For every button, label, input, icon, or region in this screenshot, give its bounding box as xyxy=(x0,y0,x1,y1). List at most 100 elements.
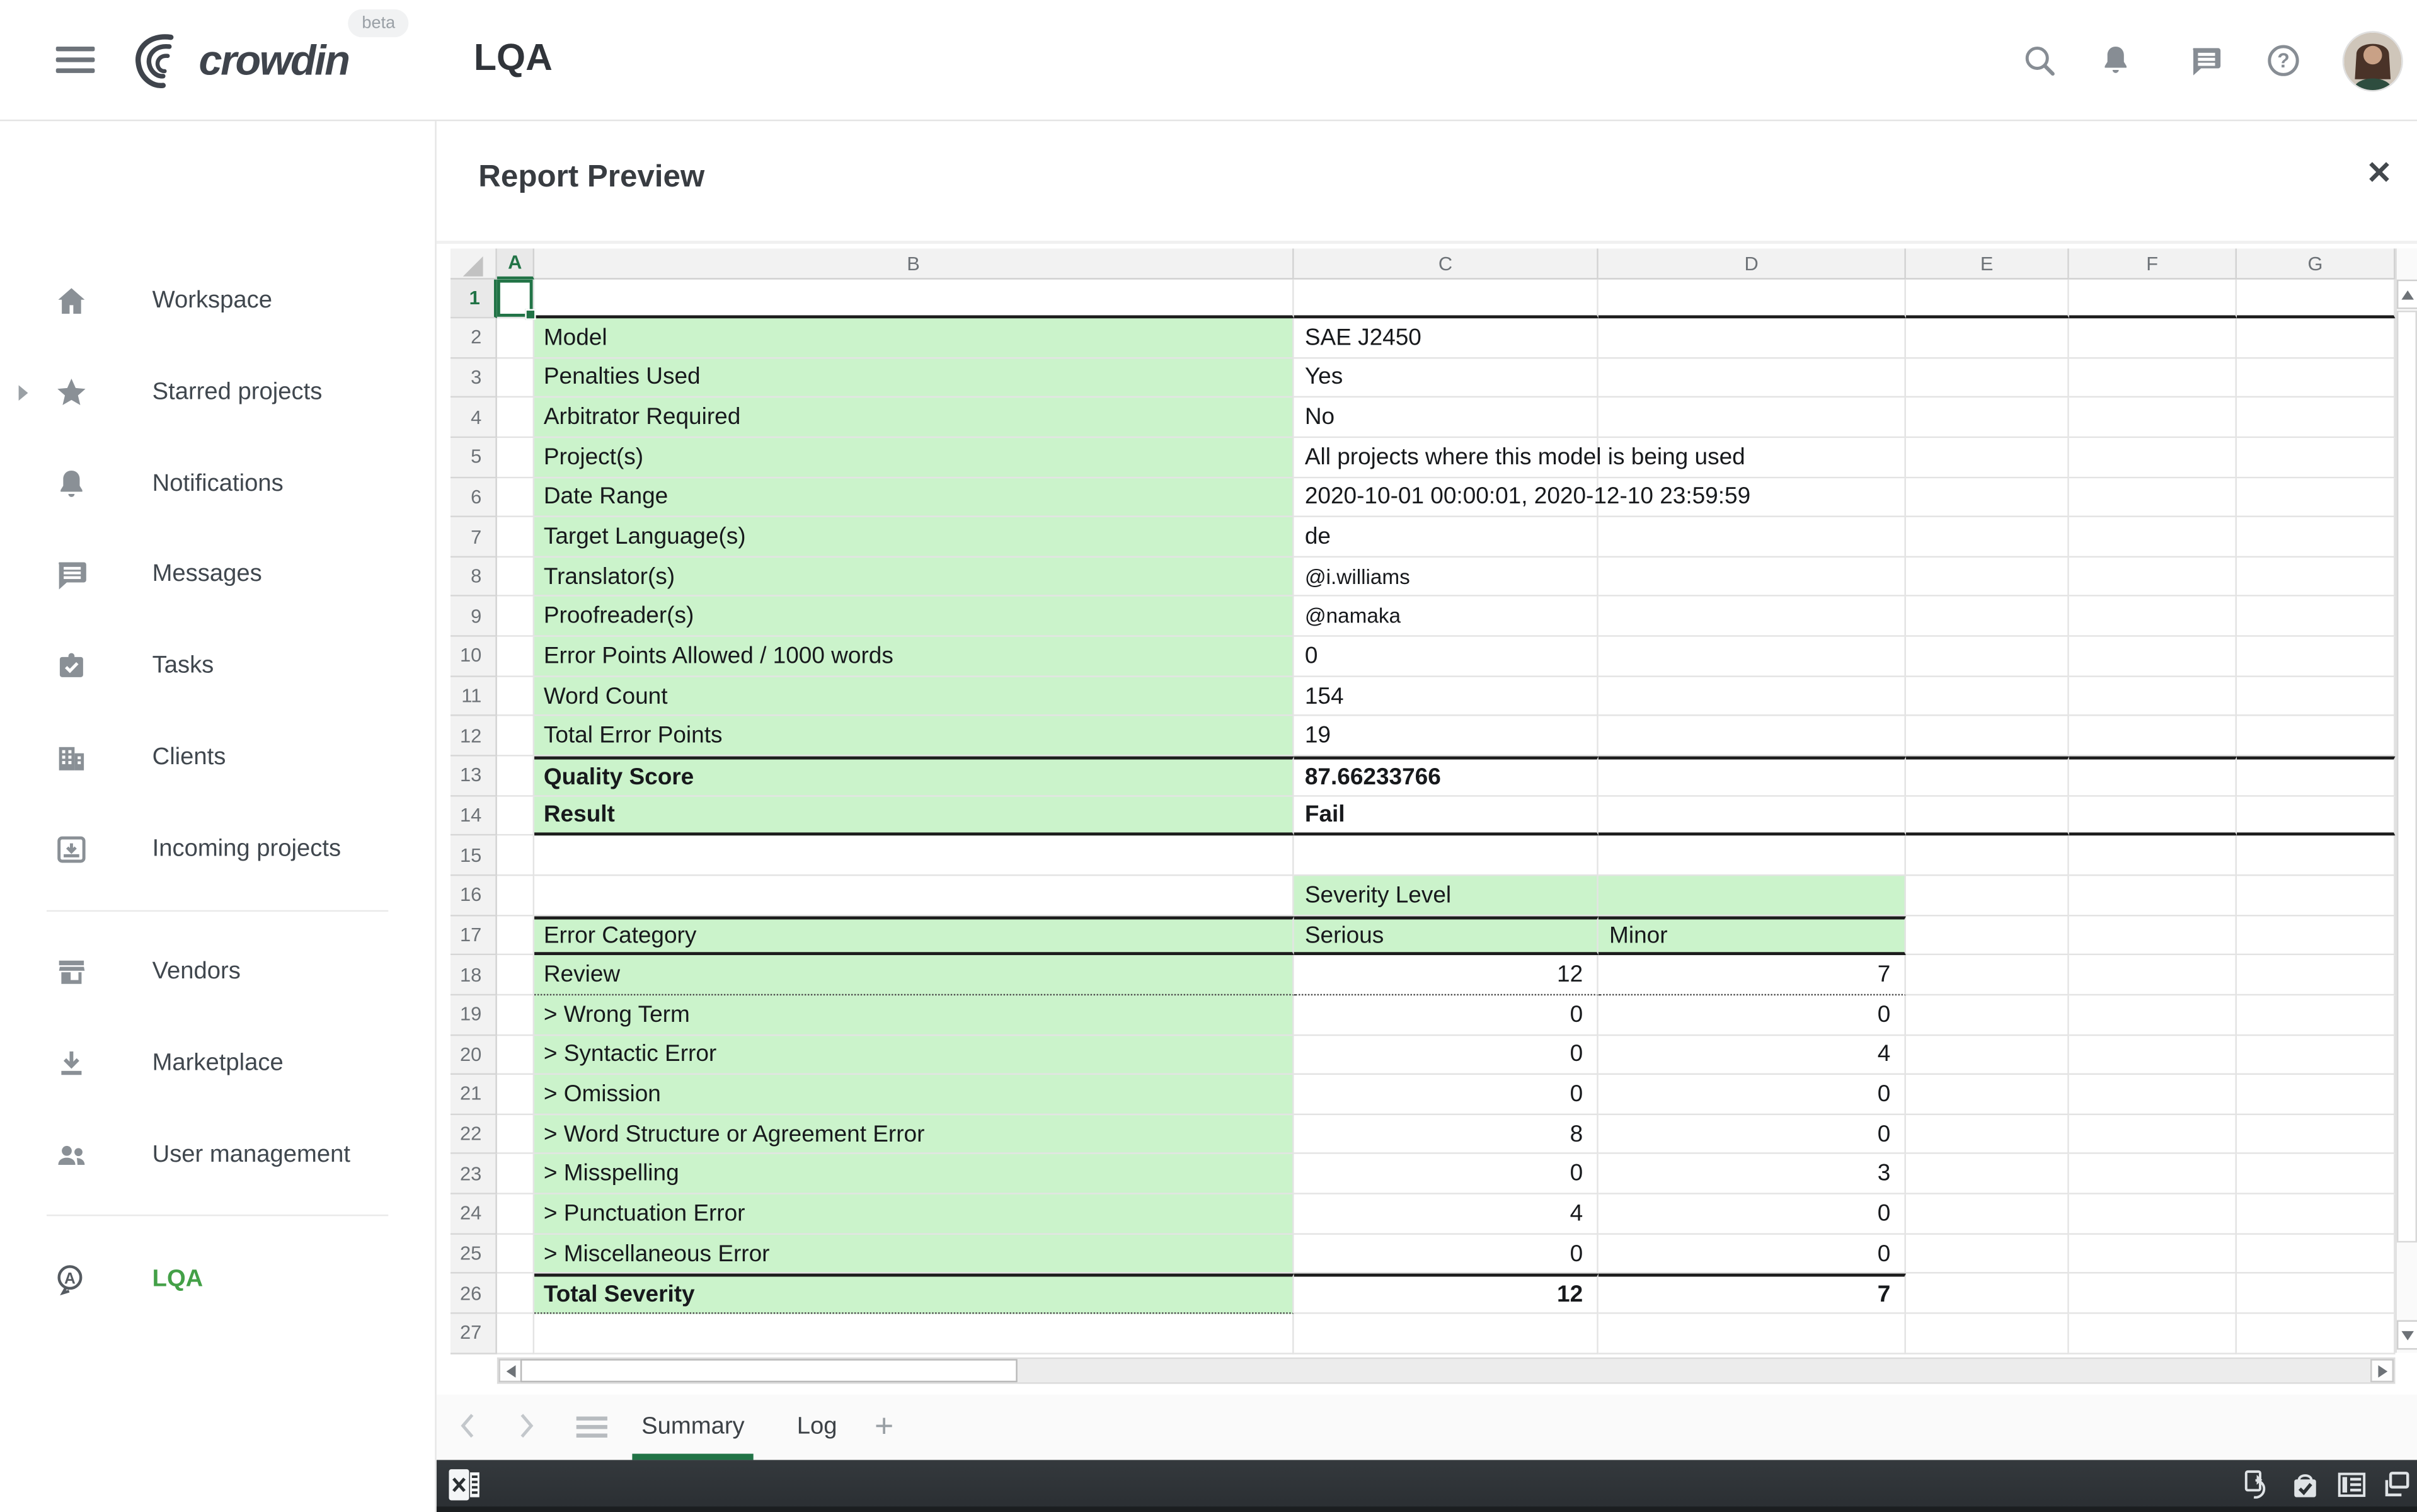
cell-D11[interactable] xyxy=(1599,677,1906,716)
col-header-F[interactable]: F xyxy=(2069,248,2237,279)
cell-F26[interactable] xyxy=(2069,1274,2237,1314)
cell-D9[interactable] xyxy=(1599,597,1906,637)
cell-D26[interactable]: 7 xyxy=(1599,1274,1906,1314)
col-header-E[interactable]: E xyxy=(1906,248,2069,279)
layout-list-icon[interactable] xyxy=(2336,1469,2367,1500)
col-header-G[interactable]: G xyxy=(2237,248,2395,279)
cell-D22[interactable]: 0 xyxy=(1599,1115,1906,1155)
vertical-scrollbar[interactable] xyxy=(2395,248,2417,1353)
cell-B5[interactable]: Project(s) xyxy=(534,438,1294,478)
row-header-21[interactable]: 21 xyxy=(451,1075,497,1114)
row-header-4[interactable]: 4 xyxy=(451,398,497,438)
cell-C10[interactable]: 0 xyxy=(1294,637,1599,677)
cell-C8[interactable]: @i.williams xyxy=(1294,558,1599,597)
cell-A7[interactable] xyxy=(497,517,534,557)
cell-F11[interactable] xyxy=(2069,677,2237,716)
row-header-9[interactable]: 9 xyxy=(451,597,497,637)
cell-B15[interactable] xyxy=(534,836,1294,876)
messages-icon[interactable] xyxy=(2187,42,2224,79)
cell-G12[interactable] xyxy=(2237,717,2395,757)
row-header-5[interactable]: 5 xyxy=(451,438,497,478)
cell-G5[interactable] xyxy=(2237,438,2395,478)
cell-G25[interactable] xyxy=(2237,1234,2395,1274)
row-header-19[interactable]: 19 xyxy=(451,995,497,1035)
cell-E21[interactable] xyxy=(1906,1075,2069,1114)
cell-G6[interactable] xyxy=(2237,478,2395,517)
cell-E22[interactable] xyxy=(1906,1115,2069,1155)
cell-G17[interactable] xyxy=(2237,916,2395,956)
cell-G26[interactable] xyxy=(2237,1274,2395,1314)
col-header-D[interactable]: D xyxy=(1599,248,1906,279)
cell-C3[interactable]: Yes xyxy=(1294,358,1599,398)
row-header-25[interactable]: 25 xyxy=(451,1234,497,1274)
cell-B3[interactable]: Penalties Used xyxy=(534,358,1294,398)
cell-E25[interactable] xyxy=(1906,1234,2069,1274)
cell-D25[interactable]: 0 xyxy=(1599,1234,1906,1274)
row-header-15[interactable]: 15 xyxy=(451,836,497,876)
search-icon[interactable] xyxy=(2021,42,2058,79)
row-header-18[interactable]: 18 xyxy=(451,956,497,995)
cell-G10[interactable] xyxy=(2237,637,2395,677)
cell-A17[interactable] xyxy=(497,916,534,956)
cell-E6[interactable] xyxy=(1906,478,2069,517)
cell-C12[interactable]: 19 xyxy=(1294,717,1599,757)
col-header-B[interactable]: B xyxy=(534,248,1294,279)
col-header-C[interactable]: C xyxy=(1294,248,1599,279)
cell-E20[interactable] xyxy=(1906,1035,2069,1075)
cell-B27[interactable] xyxy=(534,1314,1294,1354)
cell-A26[interactable] xyxy=(497,1274,534,1314)
cell-B24[interactable]: > Punctuation Error xyxy=(534,1194,1294,1234)
cell-G24[interactable] xyxy=(2237,1194,2395,1234)
row-header-20[interactable]: 20 xyxy=(451,1035,497,1075)
close-icon[interactable]: ✕ xyxy=(2366,158,2392,189)
row-header-11[interactable]: 11 xyxy=(451,677,497,716)
cell-F4[interactable] xyxy=(2069,398,2237,438)
cell-B25[interactable]: > Miscellaneous Error xyxy=(534,1234,1294,1274)
cell-F23[interactable] xyxy=(2069,1155,2237,1194)
cell-C22[interactable]: 8 xyxy=(1294,1115,1599,1155)
cell-C19[interactable]: 0 xyxy=(1294,995,1599,1035)
row-header-27[interactable]: 27 xyxy=(451,1314,497,1354)
popout-window-icon[interactable] xyxy=(2380,1469,2411,1500)
cell-D18[interactable]: 7 xyxy=(1599,956,1906,995)
cell-A24[interactable] xyxy=(497,1194,534,1234)
cell-E18[interactable] xyxy=(1906,956,2069,995)
col-header-A[interactable]: A xyxy=(497,248,534,279)
row-header-12[interactable]: 12 xyxy=(451,717,497,757)
cell-C15[interactable] xyxy=(1294,836,1599,876)
scroll-right-button[interactable] xyxy=(2370,1359,2394,1382)
cell-E7[interactable] xyxy=(1906,517,2069,557)
cell-G11[interactable] xyxy=(2237,677,2395,716)
cell-C18[interactable]: 12 xyxy=(1294,956,1599,995)
cell-G18[interactable] xyxy=(2237,956,2395,995)
crowdin-logo[interactable]: crowdin xyxy=(124,25,348,96)
cell-B23[interactable]: > Misspelling xyxy=(534,1155,1294,1194)
row-header-22[interactable]: 22 xyxy=(451,1115,497,1155)
row-header-10[interactable]: 10 xyxy=(451,637,497,677)
cell-E3[interactable] xyxy=(1906,358,2069,398)
cell-G13[interactable] xyxy=(2237,757,2395,796)
cell-D15[interactable] xyxy=(1599,836,1906,876)
cell-F9[interactable] xyxy=(2069,597,2237,637)
cell-F7[interactable] xyxy=(2069,517,2237,557)
tabs-next-icon[interactable] xyxy=(517,1412,536,1440)
cell-A14[interactable] xyxy=(497,796,534,836)
cell-B4[interactable]: Arbitrator Required xyxy=(534,398,1294,438)
cell-D3[interactable] xyxy=(1599,358,1906,398)
row-header-6[interactable]: 6 xyxy=(451,478,497,517)
cell-B17[interactable]: Error Category xyxy=(534,916,1294,956)
cell-B19[interactable]: > Wrong Term xyxy=(534,995,1294,1035)
cell-F2[interactable] xyxy=(2069,318,2237,358)
cell-E26[interactable] xyxy=(1906,1274,2069,1314)
vertical-scroll-thumb[interactable] xyxy=(2397,311,2417,1242)
cell-A18[interactable] xyxy=(497,956,534,995)
sidebar-item-workspace[interactable]: Workspace xyxy=(0,267,435,335)
cell-A6[interactable] xyxy=(497,478,534,517)
cell-D8[interactable] xyxy=(1599,558,1906,597)
cell-C24[interactable]: 4 xyxy=(1294,1194,1599,1234)
cell-B10[interactable]: Error Points Allowed / 1000 words xyxy=(534,637,1294,677)
cell-B2[interactable]: Model xyxy=(534,318,1294,358)
cell-G4[interactable] xyxy=(2237,398,2395,438)
cell-E17[interactable] xyxy=(1906,916,2069,956)
row-header-8[interactable]: 8 xyxy=(451,558,497,597)
